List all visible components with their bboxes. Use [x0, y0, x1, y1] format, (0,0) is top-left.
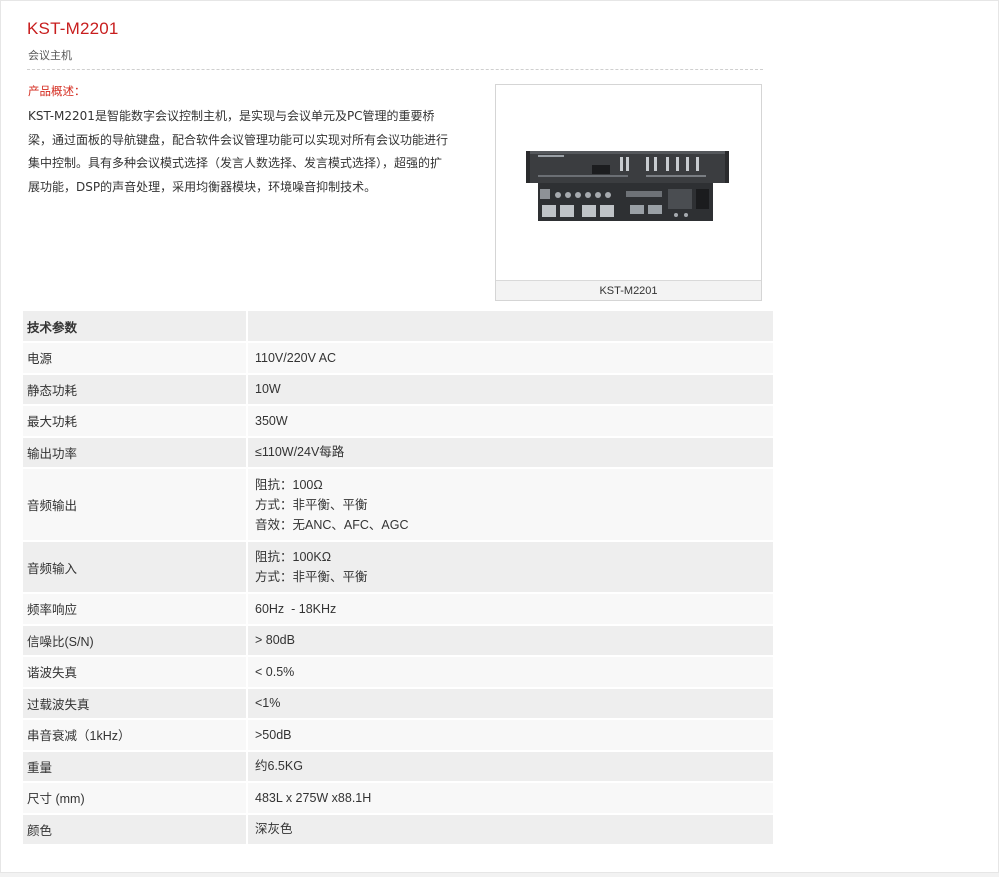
spec-label: 最大功耗: [23, 405, 248, 438]
title-divider: [27, 69, 763, 70]
product-image-box[interactable]: KST-M2201: [495, 84, 762, 301]
product-image-caption: KST-M2201: [496, 280, 761, 300]
spec-value: < 0.5%: [247, 656, 773, 689]
table-row: 音频输入 阻抗：100KΩ 方式：非平衡、平衡: [23, 541, 773, 594]
spec-value: >50dB: [247, 719, 773, 752]
table-row: 频率响应 60Hz - 18KHz: [23, 593, 773, 626]
table-row: 尺寸 (mm) 483L x 275W x88.1H: [23, 782, 773, 815]
device-illustration: [526, 151, 729, 221]
spec-table: 技术参数 电源 110V/220V AC 静态功耗 10W 最大功耗 350W …: [23, 311, 773, 846]
product-subtitle: 会议主机: [28, 49, 72, 62]
spec-value-line: 阻抗：100KΩ: [255, 550, 332, 564]
table-row: 重量 约6.5KG: [23, 750, 773, 783]
spec-label: 尺寸 (mm): [23, 782, 248, 815]
conference-host-device-photo[interactable]: [496, 85, 761, 280]
table-row: 电源 110V/220V AC: [23, 342, 773, 375]
spec-value-line: 阻抗：100Ω: [255, 477, 323, 492]
spec-value: <1%: [247, 687, 773, 720]
spec-header-label: 技术参数: [23, 311, 248, 343]
spec-value: 350W: [247, 405, 773, 438]
spec-label: 电源: [23, 342, 248, 375]
content-frame: KST-M2201 会议主机 产品概述： KST-M2201是智能数字会议控制主…: [0, 0, 999, 873]
spec-value: > 80dB: [247, 624, 773, 657]
spec-value-line: 音效：无ANC、AFC、AGC: [255, 517, 409, 532]
product-title: KST-M2201: [27, 19, 119, 38]
spec-value: 10W: [247, 373, 773, 406]
overview-heading: 产品概述：: [28, 84, 86, 98]
spec-label: 颜色: [23, 813, 248, 846]
table-row: 串音衰减（1kHz） >50dB: [23, 719, 773, 752]
spec-label: 重量: [23, 750, 248, 783]
spec-header-row: 技术参数: [23, 311, 773, 343]
spec-label: 音频输入: [23, 541, 248, 594]
spec-value: 110V/220V AC: [247, 342, 773, 375]
spec-value-line: 方式：非平衡、平衡: [255, 570, 368, 584]
table-row: 最大功耗 350W: [23, 405, 773, 438]
table-row: 颜色 深灰色: [23, 813, 773, 846]
spec-value: 60Hz - 18KHz: [247, 593, 773, 626]
table-row: 过载波失真 <1%: [23, 687, 773, 720]
table-row: 信噪比(S/N) > 80dB: [23, 624, 773, 657]
spec-label: 输出功率: [23, 436, 248, 469]
table-row: 谐波失真 < 0.5%: [23, 656, 773, 689]
table-row: 音频输出 阻抗：100Ω 方式：非平衡、平衡 音效：无ANC、AFC、AGC: [23, 468, 773, 542]
spec-value-line: 方式：非平衡、平衡: [255, 497, 368, 512]
spec-value: 阻抗：100Ω 方式：非平衡、平衡 音效：无ANC、AFC、AGC: [247, 468, 773, 542]
spec-value: 深灰色: [247, 813, 773, 846]
spec-label: 信噪比(S/N): [23, 624, 248, 657]
spec-label: 串音衰减（1kHz）: [23, 719, 248, 752]
spec-value: 阻抗：100KΩ 方式：非平衡、平衡: [247, 541, 773, 594]
table-row: 输出功率 ≤110W/24V每路: [23, 436, 773, 469]
spec-label: 频率响应: [23, 593, 248, 626]
spec-value: ≤110W/24V每路: [247, 436, 773, 469]
spec-header-value: [247, 311, 773, 343]
spec-label: 静态功耗: [23, 373, 248, 406]
spec-label: 音频输出: [23, 468, 248, 542]
spec-value: 约6.5KG: [247, 750, 773, 783]
spec-value: 483L x 275W x88.1H: [247, 782, 773, 815]
page-bottom-border: [0, 873, 999, 877]
overview-text: KST-M2201是智能数字会议控制主机，是实现与会议单元及PC管理的重要桥梁，…: [28, 109, 449, 194]
spec-label: 过载波失真: [23, 687, 248, 720]
table-row: 静态功耗 10W: [23, 373, 773, 406]
spec-label: 谐波失真: [23, 656, 248, 689]
